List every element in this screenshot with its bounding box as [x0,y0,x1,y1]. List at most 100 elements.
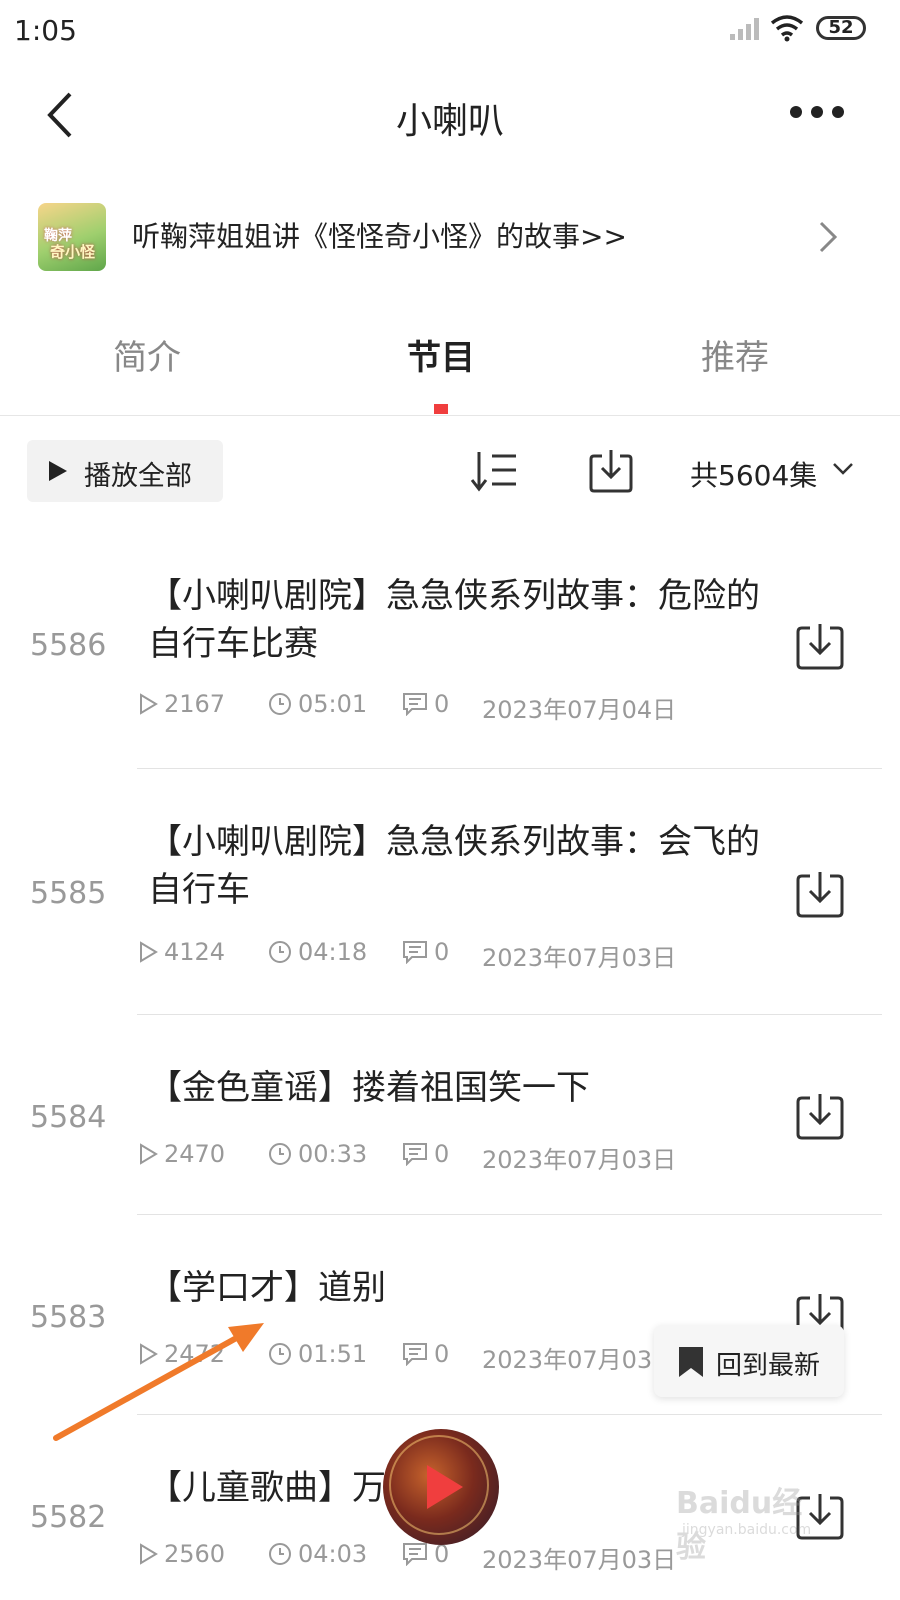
comment-count-value: 0 [434,938,450,966]
episode-number: 5582 [30,1500,107,1535]
play-count: 2470 [138,1140,225,1168]
mini-player-button[interactable] [383,1429,499,1545]
clock-icon [269,693,291,715]
clock-icon [269,941,291,963]
battery-level: 52 [828,17,854,38]
play-count-value: 2470 [164,1140,226,1168]
chevron-right-icon [819,221,838,253]
episode-date: 2023年07月03日 [482,1146,677,1174]
download-icon[interactable] [796,622,844,670]
comment-icon [403,1543,427,1566]
thumb-text: 奇小怪 [50,243,96,261]
clock-icon [269,1143,291,1165]
download-icon[interactable] [796,1092,844,1140]
chevron-down-icon[interactable] [832,462,854,476]
duration-value: 00:33 [298,1140,368,1168]
duration-value: 04:18 [298,938,368,966]
play-count-value: 2560 [164,1540,226,1568]
wifi-icon [770,15,804,42]
download-icon[interactable] [796,870,844,918]
episode-download-button[interactable] [796,1092,844,1144]
episode-date: 2023年07月04日 [482,696,677,724]
episode-number: 5586 [30,628,107,663]
comment-count: 0 [402,1140,449,1168]
nav-header: 小喇叭 [0,70,900,160]
page-title: 小喇叭 [395,101,504,142]
sort-icon[interactable] [470,450,518,492]
tab-programs[interactable]: 节目 [361,330,521,379]
duration: 04:18 [268,938,367,966]
episode-number: 5584 [30,1100,107,1135]
duration: 04:03 [268,1540,367,1568]
episode-title[interactable]: 【小喇叭剧院】急急侠系列故事：危险的自行车比赛 [148,572,788,668]
play-count: 2472 [138,1340,225,1368]
row-divider [137,1014,882,1015]
episode-title[interactable]: 【学口才】道别 [148,1264,788,1312]
comment-icon [403,693,427,716]
comment-count-value: 0 [434,1340,450,1368]
play-count: 4124 [138,938,225,966]
episode-date: 2023年07月03日 [482,1546,677,1574]
episode-date: 2023年07月03日 [482,1346,677,1374]
play-all-label: 播放全部 [84,461,192,492]
comment-icon [403,1143,427,1166]
bookmark-icon [679,1347,703,1377]
play-count-icon [140,941,158,963]
comment-count: 0 [402,690,449,718]
row-divider [137,1414,882,1415]
signal-icon [730,18,759,40]
status-bar: 1:05 52 [0,0,900,60]
play-all-button[interactable]: 播放全部 [27,440,223,502]
more-options-icon[interactable] [788,104,846,120]
duration-value: 01:51 [298,1340,368,1368]
promo-banner[interactable]: 鞠萍 奇小怪 听鞠萍姐姐讲《怪怪奇小怪》的故事>> [0,195,900,285]
episode-date: 2023年07月03日 [482,944,677,972]
comment-count: 0 [402,938,449,966]
play-icon [49,461,67,481]
episode-download-button[interactable] [796,870,844,922]
play-count-value: 4124 [164,938,226,966]
duration: 01:51 [268,1340,367,1368]
play-count-icon [140,1343,158,1365]
watermark: Baidu经验 jingyan.baidu.com [676,1478,826,1565]
episode-title[interactable]: 【金色童谣】搂着祖国笑一下 [148,1064,788,1112]
play-count-icon [140,1143,158,1165]
banner-thumbnail: 鞠萍 奇小怪 [38,203,106,271]
back-to-latest-button[interactable]: 回到最新 [654,1325,844,1397]
episode-number: 5583 [30,1300,107,1335]
watermark-url: jingyan.baidu.com [682,1522,812,1538]
duration: 00:33 [268,1140,367,1168]
comment-count: 0 [402,1340,449,1368]
play-count-icon [140,1543,158,1565]
play-count-icon [140,693,158,715]
play-count: 2167 [138,690,225,718]
row-divider [137,768,882,769]
tab-intro[interactable]: 简介 [67,330,227,379]
duration-value: 04:03 [298,1540,368,1568]
play-count-value: 2472 [164,1340,226,1368]
status-time: 1:05 [14,14,77,47]
battery-icon: 52 [816,16,866,40]
active-tab-indicator [434,404,448,414]
episode-title[interactable]: 【小喇叭剧院】急急侠系列故事：会飞的自行车 [148,818,788,914]
episode-download-button[interactable] [796,622,844,674]
play-count: 2560 [138,1540,225,1568]
duration: 05:01 [268,690,367,718]
clock-icon [269,1543,291,1565]
batch-download-icon[interactable] [588,448,634,494]
comment-count-value: 0 [434,690,450,718]
tab-bar: 简介 节目 推荐 [0,330,900,416]
episode-count[interactable]: 共5604集 [690,454,817,494]
comment-count-value: 0 [434,1140,450,1168]
episode-number: 5585 [30,876,107,911]
comment-icon [403,941,427,964]
comment-icon [403,1343,427,1366]
row-divider [137,1214,882,1215]
back-to-latest-label: 回到最新 [716,1351,821,1381]
list-toolbar: 播放全部 共5604集 [0,438,900,508]
play-count-value: 2167 [164,690,226,718]
banner-text: 听鞠萍姐姐讲《怪怪奇小怪》的故事>> [132,220,627,253]
duration-value: 05:01 [298,690,368,718]
play-icon [427,1465,463,1509]
tab-recommend[interactable]: 推荐 [655,330,815,379]
